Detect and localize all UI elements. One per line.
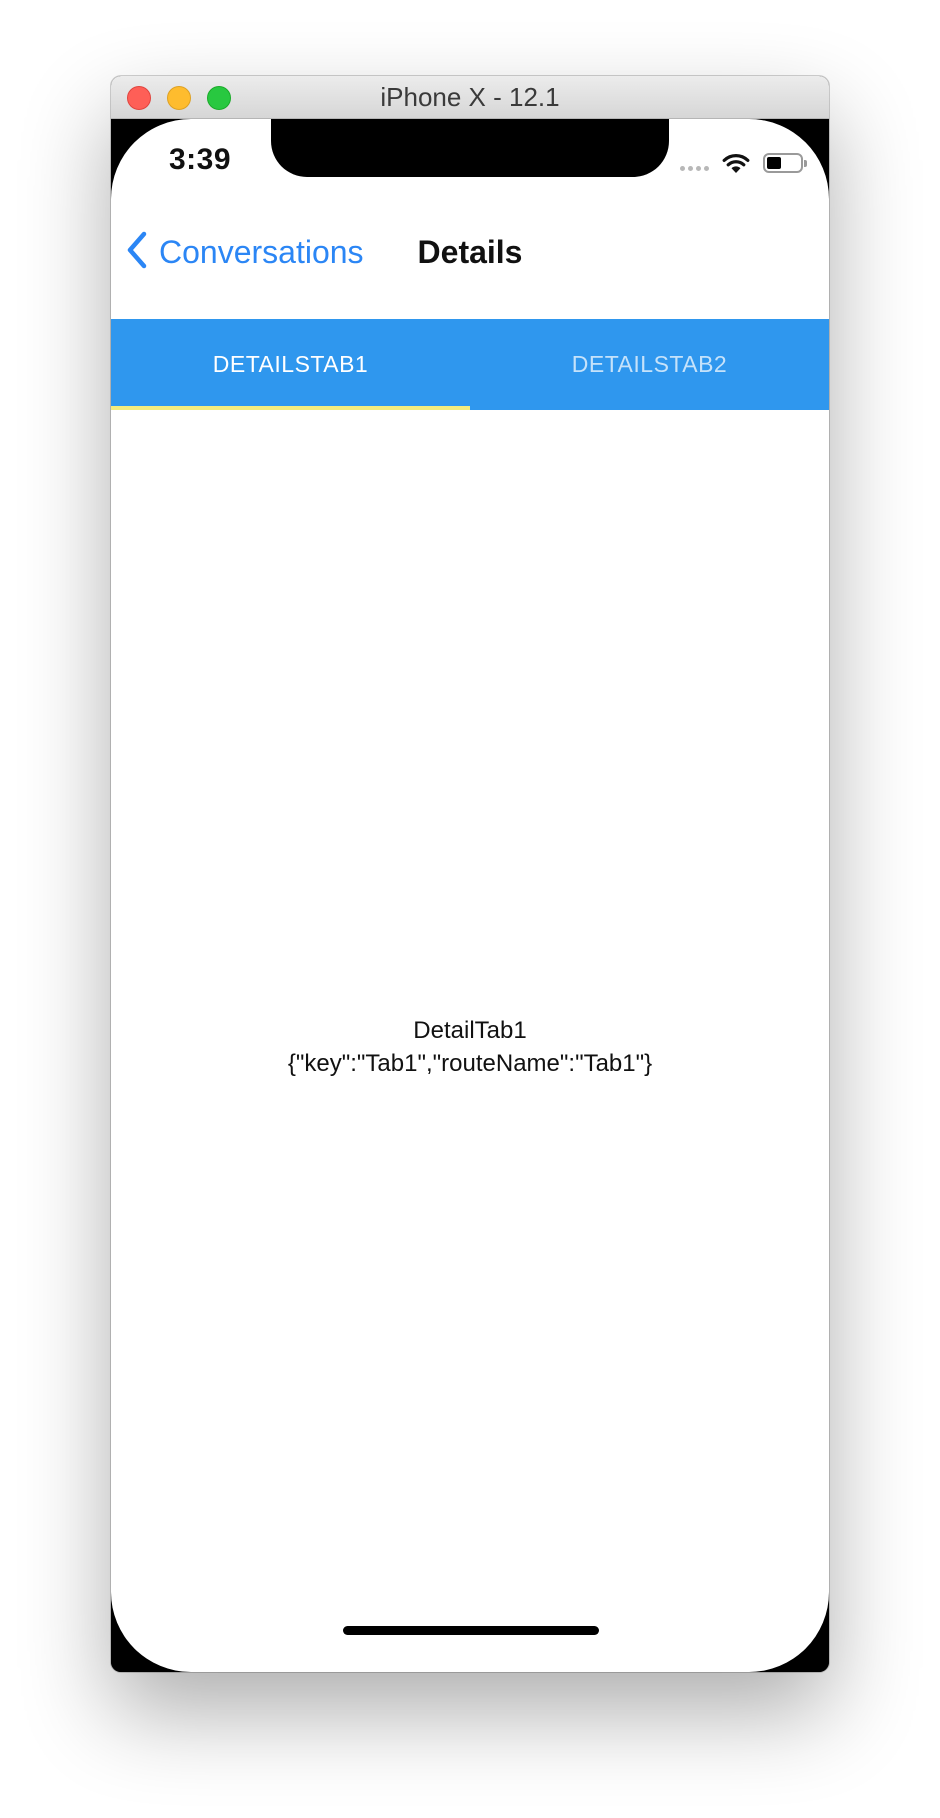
tab-content: DetailTab1 {"key":"Tab1","routeName":"Ta…	[111, 410, 829, 1610]
status-icons	[680, 149, 807, 177]
content-text-block: DetailTab1 {"key":"Tab1","routeName":"Ta…	[111, 1014, 829, 1080]
battery-icon	[763, 153, 807, 173]
status-time: 3:39	[169, 143, 232, 176]
tab-detailstab2[interactable]: DETAILSTAB2	[470, 319, 829, 410]
window-title: iPhone X - 12.1	[380, 82, 560, 112]
device-notch	[271, 119, 669, 177]
home-indicator[interactable]	[343, 1626, 599, 1635]
window-titlebar[interactable]: iPhone X - 12.1	[111, 76, 829, 119]
battery-level	[767, 157, 781, 169]
simulator-window: iPhone X - 12.1 3:39 Conversations Detai…	[111, 76, 829, 1672]
page-title: Details	[417, 234, 523, 270]
wifi-icon	[721, 152, 751, 174]
signal-dots-icon	[680, 165, 709, 171]
top-tab-bar: DETAILSTAB1 DETAILSTAB2	[111, 319, 829, 410]
app-display: 3:39 Conversations Details DETAILSTAB1 D…	[111, 119, 829, 1672]
content-title: DetailTab1	[413, 1017, 527, 1044]
device-screen: 3:39 Conversations Details DETAILSTAB1 D…	[111, 119, 829, 1672]
stage: iPhone X - 12.1 3:39 Conversations Detai…	[0, 0, 940, 1818]
content-route-json: {"key":"Tab1","routeName":"Tab1"}	[287, 1050, 653, 1077]
tab-detailstab1[interactable]: DETAILSTAB1	[111, 319, 470, 410]
navigation-bar: Conversations Details	[111, 207, 829, 317]
